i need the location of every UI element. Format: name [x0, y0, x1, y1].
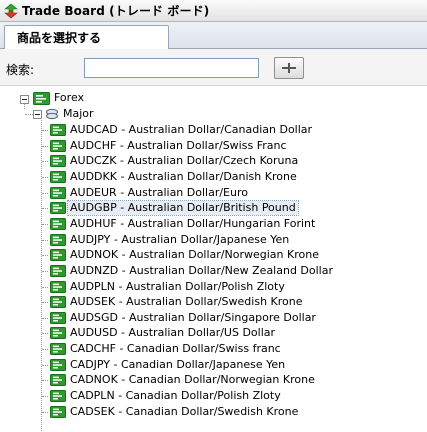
currency-pair-icon	[50, 139, 66, 152]
pair-label: AUDHUF - Australian Dollar/Hungarian For…	[70, 216, 316, 230]
forex-folder-icon	[33, 91, 50, 105]
currency-pair-icon	[50, 264, 66, 277]
pair-label: AUDSEK - Australian Dollar/Swedish Krone	[70, 295, 303, 309]
arrows-icon	[4, 3, 18, 18]
pair-label: AUDDKK - Australian Dollar/Danish Krone	[70, 169, 297, 183]
tree-connector	[42, 286, 48, 288]
tree-connector	[42, 223, 48, 225]
tree-leaf-pair[interactable]: CADSEK - Canadian Dollar/Swedish Krone	[50, 404, 300, 420]
add-icon	[282, 63, 296, 73]
forex-collapse-toggle[interactable]	[20, 95, 29, 104]
tree-connector	[42, 396, 48, 398]
tree-leaf-pair[interactable]: CADNOK - Canadian Dollar/Norwegian Krone	[50, 372, 317, 388]
major-group-icon	[46, 108, 58, 120]
tree-connector	[41, 118, 42, 432]
tree-leaf-pair[interactable]: AUDJPY - Australian Dollar/Japanese Yen	[50, 232, 291, 248]
tree-leaf-pair[interactable]: AUDGBP - Australian Dollar/British Pound	[50, 200, 299, 217]
tree-leaf-pair[interactable]: CADCHF - Canadian Dollar/Swiss franc	[50, 341, 283, 357]
tree-connector	[42, 317, 48, 319]
tree-leaf-pair[interactable]: AUDSEK - Australian Dollar/Swedish Krone	[50, 294, 305, 310]
tree-node-forex[interactable]: Forex	[33, 90, 86, 106]
pair-label: AUDSGD - Australian Dollar/Singapore Dol…	[70, 310, 316, 324]
tree-leaf-pair[interactable]: CADPLN - Canadian Dollar/Polish Zloty	[50, 388, 283, 404]
add-button[interactable]	[274, 57, 304, 79]
tree-leaf-pair[interactable]: AUDSGD - Australian Dollar/Singapore Dol…	[50, 310, 318, 326]
currency-pair-icon	[50, 233, 66, 246]
pair-label: AUDCAD - Australian Dollar/Canadian Doll…	[70, 123, 313, 136]
tree-leaf-pair[interactable]: AUDCHF - Australian Dollar/Swiss Franc	[50, 138, 289, 154]
title-bar: Trade Board (トレード ボード)	[0, 0, 427, 22]
tree-connector	[25, 114, 33, 115]
currency-pair-icon	[50, 186, 66, 199]
currency-pair-icon	[50, 327, 66, 340]
pair-label: AUDPLN - Australian Dollar/Polish Zloty	[70, 279, 285, 293]
currency-pair-icon	[50, 249, 66, 262]
tree-node-major[interactable]: Major	[45, 106, 96, 122]
currency-pair-icon	[50, 343, 66, 356]
search-label: 検索:	[6, 63, 35, 77]
tab-label: 商品を選択する	[17, 31, 102, 45]
tab-select-product[interactable]: 商品を選択する	[4, 25, 169, 49]
tree-connector	[42, 302, 48, 304]
tree-connector	[42, 380, 48, 382]
tree-connector	[42, 333, 48, 335]
tree-connector	[42, 270, 48, 272]
tree-leaf-pair[interactable]: AUDEUR - Australian Dollar/Euro	[50, 185, 250, 201]
pair-label: CADCHF - Canadian Dollar/Swiss franc	[70, 342, 281, 356]
tree-leaf-pair[interactable]: AUDNOK - Australian Dollar/Norwegian Kro…	[50, 247, 321, 263]
tree-leaf-pair[interactable]: AUDDKK - Australian Dollar/Danish Krone	[50, 169, 299, 185]
instrument-tree: Forex Major AUDCAD - Australian Dollar/C…	[0, 86, 427, 432]
pair-label: AUDUSD - Australian Dollar/US Dollar	[70, 326, 276, 340]
tree-leaf-pair[interactable]: AUDUSD - Australian Dollar/US Dollar	[50, 325, 277, 341]
pair-label: AUDNOK - Australian Dollar/Norwegian Kro…	[70, 248, 319, 262]
currency-pair-icon	[50, 374, 66, 387]
pair-label: CADNOK - Canadian Dollar/Norwegian Krone	[70, 373, 315, 387]
tree-connector	[42, 208, 48, 210]
currency-pair-icon	[50, 280, 66, 293]
tree-leaf-pair[interactable]: AUDPLN - Australian Dollar/Polish Zloty	[50, 279, 287, 295]
currency-pair-icon	[50, 124, 66, 136]
tab-strip: 商品を選択する	[0, 22, 427, 49]
tree-connector	[42, 192, 48, 194]
tree-node-label: Major	[63, 107, 94, 120]
currency-pair-icon	[50, 202, 66, 215]
currency-pair-icon	[50, 217, 66, 230]
tree-connector	[42, 411, 48, 413]
tree-connector	[42, 130, 48, 131]
tree-connector	[42, 239, 48, 241]
tree-leaf-pair[interactable]: AUDCZK - Australian Dollar/Czech Koruna	[50, 153, 300, 169]
tree-leaf-pair[interactable]: AUDCAD - Australian Dollar/Canadian Doll…	[50, 122, 314, 138]
tree-leaf-pair[interactable]: AUDNZD - Australian Dollar/New Zealand D…	[50, 263, 335, 279]
pair-label: CADSEK - Canadian Dollar/Swedish Krone	[70, 404, 299, 418]
window-title: Trade Board (トレード ボード)	[22, 4, 210, 18]
currency-pair-icon	[50, 296, 66, 309]
tree-connector	[42, 176, 48, 178]
pair-label: AUDCHF - Australian Dollar/Swiss Franc	[70, 138, 287, 152]
tree-connector	[42, 145, 48, 147]
currency-pair-icon	[50, 358, 66, 371]
currency-pair-icon	[50, 311, 66, 324]
tree-connector	[42, 255, 48, 257]
pair-label: AUDNZD - Australian Dollar/New Zealand D…	[70, 263, 334, 277]
search-bar: 検索:	[0, 49, 427, 86]
tree-connector	[42, 161, 48, 163]
pair-label: CADPLN - Canadian Dollar/Polish Zloty	[70, 389, 281, 403]
currency-pair-icon	[50, 170, 66, 183]
pair-label: CADJPY - Canadian Dollar/Japanese Yen	[70, 357, 286, 371]
tree-leaf-pair[interactable]: CADJPY - Canadian Dollar/Japanese Yen	[50, 357, 287, 373]
pair-label: AUDJPY - Australian Dollar/Japanese Yen	[70, 232, 290, 246]
tree-connector	[42, 364, 48, 366]
pair-label: AUDCZK - Australian Dollar/Czech Koruna	[70, 154, 299, 168]
currency-pair-icon	[50, 390, 66, 403]
pair-label: AUDGBP - Australian Dollar/British Pound	[67, 200, 299, 217]
currency-pair-icon	[50, 155, 66, 168]
tree-connector	[42, 349, 48, 351]
pair-label: AUDEUR - Australian Dollar/Euro	[70, 185, 248, 199]
tree-leaf-pair[interactable]: AUDHUF - Australian Dollar/Hungarian For…	[50, 216, 317, 232]
search-input[interactable]	[84, 58, 259, 78]
currency-pair-icon	[50, 405, 66, 418]
tree-node-label: Forex	[54, 91, 85, 104]
